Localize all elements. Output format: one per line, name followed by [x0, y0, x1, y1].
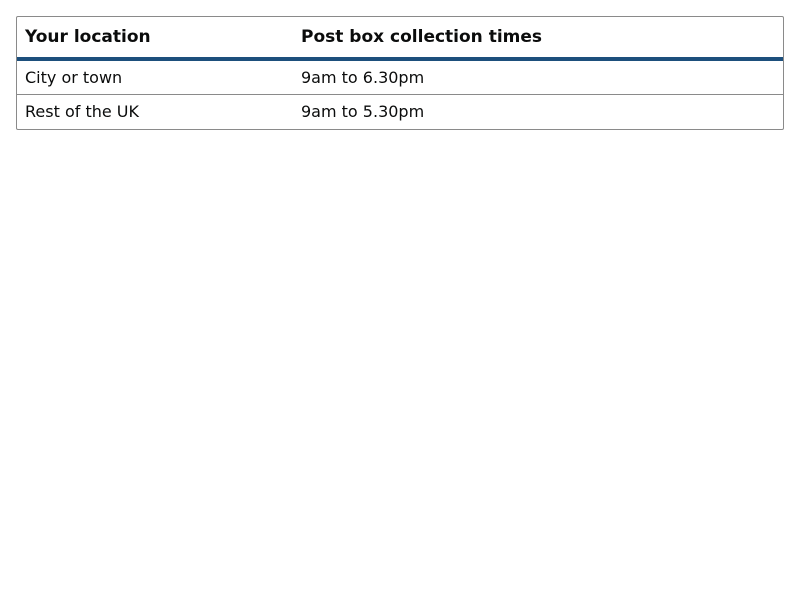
cell-collection-time: 9am to 6.30pm — [293, 59, 783, 95]
cell-location: City or town — [17, 59, 293, 95]
collection-times-table: Your location Post box collection times … — [16, 16, 784, 130]
column-header-collection-times: Post box collection times — [293, 17, 783, 61]
table-body: City or town 9am to 6.30pm Rest of the U… — [17, 59, 783, 129]
table-row: City or town 9am to 6.30pm — [17, 59, 783, 95]
table: Your location Post box collection times … — [17, 17, 783, 129]
column-header-location: Your location — [17, 17, 293, 61]
cell-collection-time: 9am to 5.30pm — [301, 102, 425, 122]
table-header-row: Your location Post box collection times — [17, 17, 783, 61]
table-row: Rest of the UK 9am to 5.30pm — [17, 94, 783, 129]
table-header: Your location Post box collection times — [17, 17, 783, 61]
cell-location: Rest of the UK — [25, 102, 139, 122]
